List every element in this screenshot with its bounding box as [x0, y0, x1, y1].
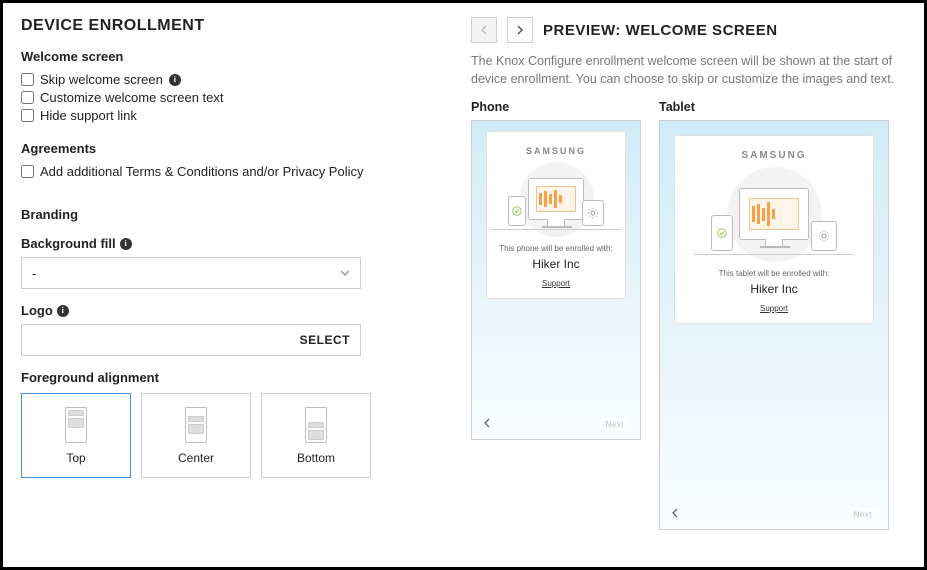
info-icon[interactable]: i	[57, 305, 69, 317]
info-icon[interactable]: i	[169, 74, 181, 86]
logo-label-row: Logo i	[21, 303, 441, 318]
next-button[interactable]: Next	[848, 508, 878, 521]
skip-welcome-checkbox[interactable]	[21, 73, 34, 86]
phone-welcome-card: SAMSUNG	[486, 131, 626, 299]
align-bottom-card[interactable]: Bottom	[261, 393, 371, 478]
bg-fill-value: -	[32, 266, 36, 281]
customize-welcome-label: Customize welcome screen text	[40, 90, 224, 105]
logo-label: Logo	[21, 303, 53, 318]
phone-preview-label: Phone	[471, 100, 641, 114]
samsung-logo: SAMSUNG	[741, 150, 806, 161]
align-center-card[interactable]: Center	[141, 393, 251, 478]
bg-fill-label-row: Background fill i	[21, 236, 441, 251]
skip-welcome-label: Skip welcome screen	[40, 72, 163, 87]
branding-section-title: Branding	[21, 207, 441, 222]
align-center-icon	[185, 407, 207, 443]
skip-welcome-row[interactable]: Skip welcome screen i	[21, 72, 441, 87]
gear-icon	[811, 221, 837, 251]
preview-description: The Knox Configure enrollment welcome sc…	[471, 53, 906, 88]
hide-support-checkbox[interactable]	[21, 109, 34, 122]
add-terms-label: Add additional Terms & Conditions and/or…	[40, 164, 363, 179]
add-terms-checkbox[interactable]	[21, 165, 34, 178]
support-link[interactable]: Support	[760, 304, 788, 313]
back-chevron-icon[interactable]	[482, 417, 492, 431]
customize-welcome-row[interactable]: Customize welcome screen text	[21, 90, 441, 105]
chevron-left-icon	[479, 25, 489, 35]
preview-prev-button	[471, 17, 497, 43]
align-bottom-icon	[305, 407, 327, 443]
align-bottom-label: Bottom	[297, 451, 335, 465]
hide-support-row[interactable]: Hide support link	[21, 108, 441, 123]
back-chevron-icon[interactable]	[670, 507, 680, 521]
phone-enroll-text: This phone will be enrolled with:	[499, 244, 612, 253]
tablet-preview-label: Tablet	[659, 100, 889, 114]
bg-fill-label: Background fill	[21, 236, 116, 251]
page-title: DEVICE ENROLLMENT	[21, 17, 441, 35]
check-icon	[711, 215, 733, 251]
align-top-label: Top	[66, 451, 85, 465]
info-icon[interactable]: i	[120, 238, 132, 250]
logo-select-button[interactable]: SELECT	[300, 333, 350, 347]
tablet-welcome-card: SAMSUNG	[674, 135, 874, 324]
customize-welcome-checkbox[interactable]	[21, 91, 34, 104]
phone-preview: SAMSUNG	[471, 120, 641, 440]
gear-icon	[582, 200, 604, 226]
tablet-preview: SAMSUNG	[659, 120, 889, 530]
bg-fill-select[interactable]: -	[21, 257, 361, 289]
enrollment-illustration	[709, 169, 839, 259]
chevron-right-icon	[515, 25, 525, 35]
next-button[interactable]: Next	[600, 418, 630, 431]
welcome-section-title: Welcome screen	[21, 49, 441, 64]
chevron-down-icon	[340, 266, 350, 281]
enrollment-illustration	[506, 164, 606, 234]
align-center-label: Center	[178, 451, 214, 465]
tablet-enroll-text: This tablet will be enrolled with:	[719, 269, 830, 278]
preview-next-button[interactable]	[507, 17, 533, 43]
fg-alignment-label: Foreground alignment	[21, 370, 441, 385]
check-icon	[508, 196, 526, 226]
company-name: Hiker Inc	[750, 282, 797, 296]
align-top-icon	[65, 407, 87, 443]
support-link[interactable]: Support	[542, 279, 570, 288]
preview-title: PREVIEW: WELCOME SCREEN	[543, 22, 778, 39]
add-terms-row[interactable]: Add additional Terms & Conditions and/or…	[21, 164, 441, 179]
align-top-card[interactable]: Top	[21, 393, 131, 478]
company-name: Hiker Inc	[532, 257, 579, 271]
agreements-section-title: Agreements	[21, 141, 441, 156]
hide-support-label: Hide support link	[40, 108, 137, 123]
samsung-logo: SAMSUNG	[526, 146, 586, 156]
logo-select-box[interactable]: SELECT	[21, 324, 361, 356]
